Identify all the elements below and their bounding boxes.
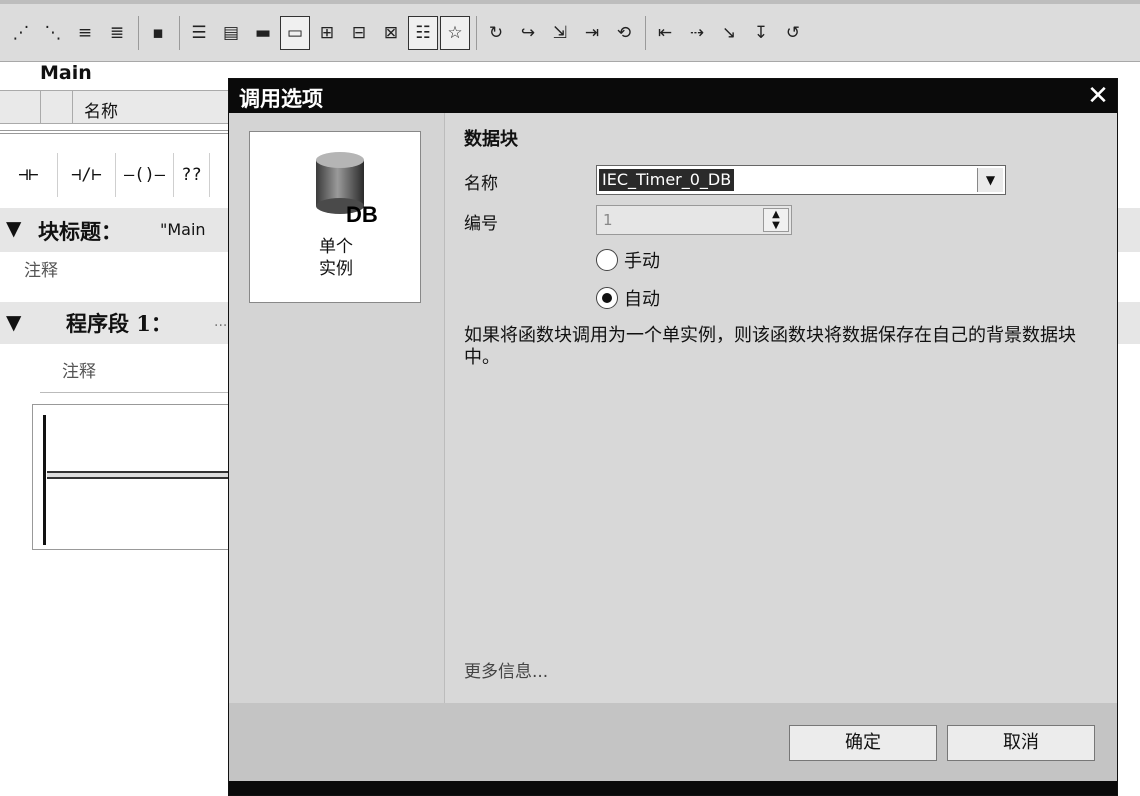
- instance-type-pane: DB 单个 实例: [229, 113, 445, 703]
- absolute-operands-icon[interactable]: ⊞: [312, 16, 342, 50]
- empty-box-button[interactable]: ??: [174, 153, 210, 197]
- network-label: 程序段 1：: [66, 311, 172, 336]
- section-title: 数据块: [464, 129, 518, 150]
- step-icon[interactable]: ↧: [746, 16, 776, 50]
- number-value[interactable]: 1: [603, 211, 613, 229]
- symbol-table-icon[interactable]: ⊠: [376, 16, 406, 50]
- add-row-icon[interactable]: ≣: [102, 16, 132, 50]
- cross-reference-icon[interactable]: ⟲: [609, 16, 639, 50]
- refresh-icon[interactable]: ↺: [778, 16, 808, 50]
- description-text: 如果将函数块调用为一个单实例，则该函数块将数据保存在自己的背景数据块中。: [464, 325, 1076, 368]
- ok-button[interactable]: 确定: [789, 725, 937, 761]
- name-value[interactable]: IEC_Timer_0_DB: [599, 169, 735, 191]
- network-title-value[interactable]: ...: [214, 314, 227, 330]
- option-label-line2: 实例: [319, 259, 353, 279]
- monitoring-icon[interactable]: ↻: [481, 16, 511, 50]
- block-title-label: 块标题：: [38, 219, 122, 244]
- normally-closed-contact-button[interactable]: ⊣/⊢: [58, 153, 116, 197]
- symbol-info-icon[interactable]: ⊟: [344, 16, 374, 50]
- auto-radio-circle[interactable]: [596, 287, 618, 309]
- network-expand-icon[interactable]: ▤: [216, 16, 246, 50]
- cancel-button[interactable]: 取消: [947, 725, 1095, 761]
- name-combobox[interactable]: IEC_Timer_0_DB ▼: [596, 165, 1006, 195]
- database-icon: DB: [316, 152, 378, 227]
- number-label: 编号: [464, 214, 498, 234]
- favorites-icon[interactable]: ☆: [440, 15, 470, 50]
- auto-radio[interactable]: 自动: [596, 285, 660, 311]
- spinner-arrows-icon[interactable]: ▲ ▼: [763, 208, 789, 232]
- toolbar-divider: [476, 15, 477, 50]
- network-comment-text: 注释: [62, 362, 96, 382]
- single-instance-label: 单个 实例: [250, 236, 422, 280]
- list-view-icon[interactable]: ☷: [408, 15, 438, 50]
- wrap-icon[interactable]: ↘: [714, 16, 744, 50]
- collapse-triangle-icon[interactable]: ▼: [6, 310, 21, 334]
- manual-radio-circle[interactable]: [596, 249, 618, 271]
- go-to-icon[interactable]: ↪: [513, 16, 543, 50]
- auto-radio-label: 自动: [624, 289, 660, 310]
- splitter[interactable]: [0, 130, 230, 134]
- manual-radio[interactable]: 手动: [596, 247, 660, 273]
- coil-button[interactable]: —()—: [116, 153, 174, 197]
- insert-row-icon[interactable]: ≡: [70, 16, 100, 50]
- indent-icon[interactable]: ⇤: [650, 16, 680, 50]
- collapse-triangle-icon[interactable]: ▼: [6, 216, 21, 240]
- toolbar-divider: [138, 15, 139, 50]
- single-instance-option[interactable]: DB 单个 实例: [249, 131, 421, 303]
- manual-radio-label: 手动: [624, 251, 660, 272]
- block-title-value[interactable]: "Main: [160, 220, 206, 239]
- insert-network-icon[interactable]: ⋰: [6, 16, 36, 50]
- toolbar-divider: [645, 15, 646, 50]
- more-info-link[interactable]: 更多信息...: [464, 657, 548, 682]
- call-options-dialog: 调用选项 ✕ DB 单个 实例 数据块 名称 IEC_Timer_0_DB ▼ …: [228, 78, 1118, 796]
- block-comment[interactable]: 注释: [24, 256, 58, 281]
- number-spinner[interactable]: 1 ▲ ▼: [596, 205, 792, 235]
- dialog-footer: 确定 取消: [229, 703, 1117, 781]
- column-divider: [72, 91, 73, 123]
- rung-wire[interactable]: [47, 471, 237, 479]
- dialog-bottom-border: [229, 781, 1117, 795]
- name-label: 名称: [464, 174, 498, 194]
- interface-column-header: 名称: [0, 90, 230, 124]
- normally-open-contact-button[interactable]: ⊣⊢: [0, 153, 58, 197]
- ladder-instruction-bar: ⊣⊢ ⊣/⊢ —()— ??: [0, 150, 230, 200]
- dialog-title: 调用选项: [239, 86, 323, 111]
- call-hierarchy-icon[interactable]: ⇲: [545, 16, 575, 50]
- network-collapse-icon[interactable]: ▬: [248, 16, 278, 50]
- delete-network-icon[interactable]: ⋱: [38, 16, 68, 50]
- jump-icon[interactable]: ⇥: [577, 16, 607, 50]
- outdent-icon[interactable]: ⇢: [682, 16, 712, 50]
- db-icon-text: DB: [346, 202, 378, 227]
- close-icon[interactable]: ✕: [1083, 82, 1113, 110]
- power-rail: [43, 415, 46, 545]
- align-left-icon[interactable]: ☰: [184, 16, 214, 50]
- toolbar-divider: [179, 15, 180, 50]
- open-branch-icon[interactable]: ▪: [143, 16, 173, 50]
- column-name-header[interactable]: 名称: [84, 97, 118, 122]
- editor-toolbar: ⋰ ⋱ ≡ ≣ ▪ ☰ ▤ ▬ ▭ ⊞ ⊟ ⊠ ☷ ☆ ↻ ↪ ⇲ ⇥ ⟲ ⇤ …: [0, 0, 1140, 62]
- column-divider: [40, 91, 41, 123]
- block-name-label: Main: [40, 62, 92, 84]
- chevron-down-icon[interactable]: ▼: [977, 168, 1003, 192]
- comment-icon[interactable]: ▭: [280, 15, 310, 50]
- dialog-titlebar[interactable]: 调用选项 ✕: [229, 79, 1117, 113]
- data-block-settings: 数据块 名称 IEC_Timer_0_DB ▼ 编号 1 ▲ ▼ 手动 自动 如果…: [446, 113, 1117, 703]
- ladder-network[interactable]: [32, 404, 237, 550]
- network-comment-field[interactable]: 注释: [40, 345, 230, 393]
- option-label-line1: 单个: [319, 237, 353, 257]
